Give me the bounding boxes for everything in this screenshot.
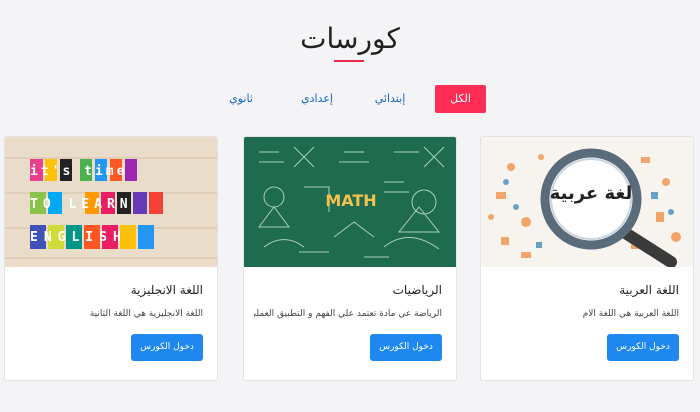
filter-secondary[interactable]: ثانوي [218, 85, 264, 113]
filter-preparatory[interactable]: إعدادي [292, 85, 342, 113]
course-description: اللغة العربية هي اللغة الام [582, 309, 679, 319]
enter-course-button[interactable]: دخول الكورس [607, 334, 679, 361]
english-collage-line-1: it's time [30, 164, 128, 179]
course-image-arabic: لغة عربية [481, 137, 693, 267]
course-card-math: MATH الرياضيات الرياضة عي مادة تعتمد علي… [243, 136, 457, 381]
filter-primary[interactable]: إبتدائي [365, 85, 415, 113]
filter-all[interactable]: الكل [435, 85, 486, 113]
course-description: اللغة الانجليزية هي اللغة الثانية [89, 309, 203, 319]
course-title: اللغة العربية [619, 283, 679, 297]
arabic-logo-text: لغة عربية [549, 183, 633, 204]
page-title: كورسات [300, 22, 400, 55]
title-underline [334, 60, 364, 62]
english-collage-line-3: english [30, 230, 127, 245]
course-image-english: it's time to learn english [5, 137, 217, 267]
course-title: الرياضيات [392, 283, 442, 297]
course-image-math: MATH [244, 137, 456, 267]
english-collage-line-2: to learn [30, 197, 133, 212]
course-card-arabic: لغة عربية اللغة العربية اللغة العربية هي… [480, 136, 694, 381]
math-logo-text: MATH [325, 191, 377, 210]
course-title: اللغة الانجليزية [130, 283, 203, 297]
enter-course-button[interactable]: دخول الكورس [370, 334, 442, 361]
enter-course-button[interactable]: دخول الكورس [131, 334, 203, 361]
course-filters: الكل إبتدائي إعدادي ثانوي [0, 85, 700, 113]
course-description: الرياضة عي مادة تعتمد علي الفهم و التطبي… [254, 309, 442, 319]
course-card-english: it's time to learn english اللغة الانجلي… [4, 136, 218, 381]
